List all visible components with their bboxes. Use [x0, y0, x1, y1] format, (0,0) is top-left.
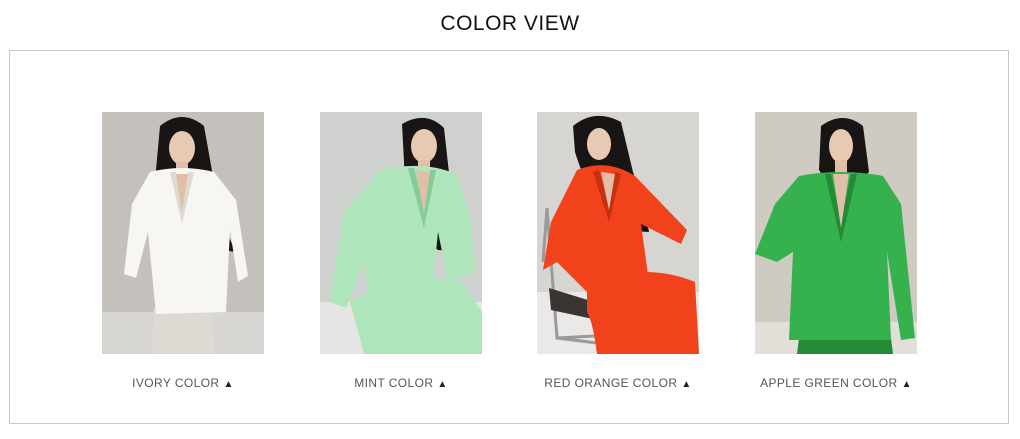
product-photo-mint[interactable] — [320, 112, 482, 354]
neck — [835, 160, 847, 174]
color-card-mint[interactable]: MINT COLOR ▲ — [320, 112, 482, 390]
page-title: COLOR VIEW — [440, 12, 580, 35]
color-view-panel: IVORY COLOR ▲ MINT COLOR ▲ RED ORANGE CO… — [9, 50, 1009, 424]
face — [587, 128, 611, 160]
face — [169, 131, 195, 165]
arrow-up-icon: ▲ — [901, 379, 912, 390]
arrow-up-icon: ▲ — [681, 379, 692, 390]
product-photo-ivory[interactable] — [102, 112, 264, 354]
color-label-apple-green[interactable]: APPLE GREEN COLOR ▲ — [755, 376, 917, 390]
pants — [152, 308, 214, 354]
arrow-up-icon: ▲ — [437, 379, 448, 390]
color-card-red-orange[interactable]: RED ORANGE COLOR ▲ — [537, 112, 699, 390]
product-photo-red-orange[interactable] — [537, 112, 699, 354]
color-label-ivory[interactable]: IVORY COLOR ▲ — [102, 376, 264, 390]
face — [411, 129, 437, 163]
color-label-red-orange[interactable]: RED ORANGE COLOR ▲ — [537, 376, 699, 390]
color-label-mint[interactable]: MINT COLOR ▲ — [320, 376, 482, 390]
color-card-ivory[interactable]: IVORY COLOR ▲ — [102, 112, 264, 390]
face — [829, 129, 853, 163]
pants — [797, 338, 893, 354]
color-card-apple-green[interactable]: APPLE GREEN COLOR ▲ — [755, 112, 917, 390]
product-photo-apple-green[interactable] — [755, 112, 917, 354]
arrow-up-icon: ▲ — [223, 379, 234, 390]
